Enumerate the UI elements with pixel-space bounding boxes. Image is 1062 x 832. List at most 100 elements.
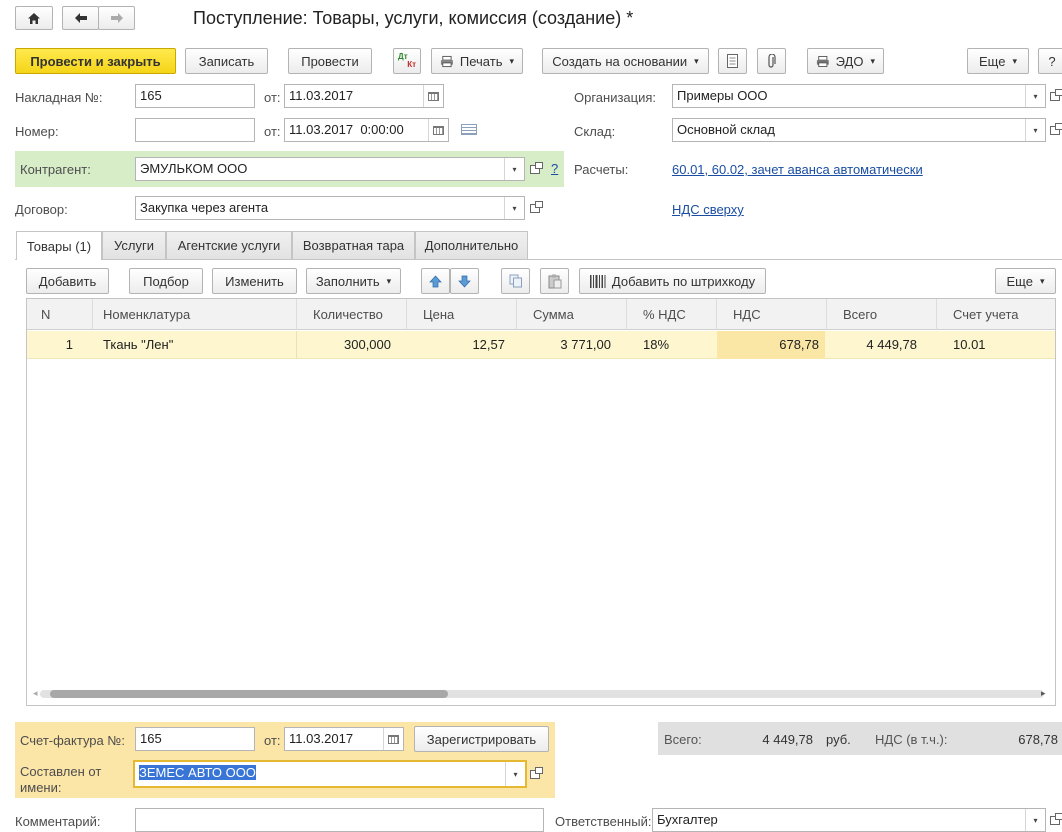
warehouse-dropdown-button[interactable]: ▾ [1025,119,1045,141]
calendar-button[interactable] [428,119,448,141]
column-header-account[interactable]: Счет учета [937,299,1047,330]
vat-on-top-link[interactable]: НДС сверху [672,202,744,217]
chevron-down-icon: ▾ [694,55,699,66]
dt-kt-button[interactable]: Дт Кт [393,48,421,74]
help-button[interactable]: ? [1038,48,1062,74]
counterparty-field[interactable]: ЭМУЛЬКОМ ООО ▾ [135,157,525,181]
chevron-down-icon: ▾ [1033,125,1038,135]
scrollbar-thumb[interactable] [50,690,448,698]
number-field[interactable] [135,118,255,142]
more-button[interactable]: Еще ▾ [967,48,1029,74]
table-more-button[interactable]: Еще ▾ [995,268,1056,294]
column-header-n[interactable]: N [27,299,93,330]
contract-open-button[interactable] [526,196,544,220]
post-and-close-button[interactable]: Провести и закрыть [15,48,176,74]
scroll-right-icon[interactable]: ▸ [1041,688,1046,699]
tabs-baseline [15,259,1062,260]
move-up-button[interactable] [421,268,450,294]
counterparty-dropdown-button[interactable]: ▾ [504,158,524,180]
select-button[interactable]: Подбор [129,268,203,294]
move-down-button[interactable] [450,268,479,294]
organization-dropdown-button[interactable]: ▾ [1025,85,1045,107]
settlements-link[interactable]: 60.01, 60.02, зачет аванса автоматически [672,162,923,177]
number-list-icon[interactable] [461,124,477,135]
comment-field[interactable] [135,808,544,832]
warehouse-field[interactable]: Основной склад ▾ [672,118,1046,142]
column-header-sum[interactable]: Сумма [517,299,627,330]
tax-invoice-date-field[interactable]: 11.03.2017 [284,727,404,751]
contract-field[interactable]: Закупка через агента ▾ [135,196,525,220]
table-row[interactable]: 1 Ткань "Лен" 300,000 12,57 3 771,00 18%… [27,331,1055,359]
total-value: 4 449,78 [762,732,813,747]
fill-button[interactable]: Заполнить ▾ [306,268,401,294]
organization-open-button[interactable] [1046,84,1062,108]
create-based-label: Создать на основании [552,53,688,69]
tab-additional[interactable]: Дополнительно [415,231,528,259]
column-header-vat[interactable]: НДС [717,299,827,330]
tax-invoice-number-field[interactable]: 165 [135,727,255,751]
open-icon [1050,88,1062,101]
issuer-field[interactable]: ЗЕМЕС АВТО ООО ▾ [133,760,527,788]
add-by-barcode-label: Добавить по штрихкоду [611,273,756,289]
add-by-barcode-button[interactable]: Добавить по штрихкоду [579,268,766,294]
edit-button[interactable]: Изменить [212,268,297,294]
dt-kt-icon: Дт Кт [398,53,416,69]
organization-field[interactable]: Примеры ООО ▾ [672,84,1046,108]
counterparty-open-button[interactable] [526,157,544,181]
register-button[interactable]: Зарегистрировать [414,726,549,752]
column-header-price[interactable]: Цена [407,299,517,330]
responsible-dropdown-button[interactable]: ▾ [1025,809,1045,831]
print-button[interactable]: Печать ▾ [431,48,523,74]
goods-table [26,298,1056,706]
contract-dropdown-button[interactable]: ▾ [504,197,524,219]
comment-label: Комментарий: [15,814,101,829]
vat-total-value: 678,78 [1018,732,1058,747]
tab-agent-services[interactable]: Агентские услуги [166,231,292,259]
column-header-vat-rate[interactable]: % НДС [627,299,717,330]
post-button[interactable]: Провести [288,48,372,74]
chevron-down-icon: ▾ [512,203,517,213]
paste-button[interactable] [540,268,569,294]
warehouse-open-button[interactable] [1046,118,1062,142]
tab-returnable-packaging[interactable]: Возвратная тара [292,231,415,259]
counterparty-help-link[interactable]: ? [551,161,558,176]
chevron-down-icon: ▾ [870,55,875,66]
invoice-number-field[interactable]: 165 [135,84,255,108]
chevron-down-icon: ▾ [1033,91,1038,101]
horizontal-scrollbar[interactable] [40,690,1044,698]
cell-vat-rate: 18% [643,337,670,352]
issuer-open-button[interactable] [526,762,544,786]
calendar-button[interactable] [423,85,443,107]
calendar-button[interactable] [383,728,403,750]
kt-label: Кт [407,60,416,69]
invoice-date-field[interactable]: 11.03.2017 [284,84,444,108]
create-based-on-button[interactable]: Создать на основании ▾ [542,48,709,74]
home-button[interactable] [15,6,53,30]
back-button[interactable] [62,6,99,30]
tab-services[interactable]: Услуги [102,231,166,259]
edo-button[interactable]: ЭДО ▾ [807,48,884,74]
column-header-quantity[interactable]: Количество [297,299,407,330]
issuer-dropdown-button[interactable]: ▾ [505,762,525,786]
number-date-value: 11.03.2017 0:00:00 [289,122,404,137]
column-header-total[interactable]: Всего [827,299,937,330]
responsible-field[interactable]: Бухгалтер ▾ [652,808,1046,832]
document-button[interactable] [718,48,747,74]
vat-total-label: НДС (в т.ч.): [875,732,948,747]
forward-button[interactable] [98,6,135,30]
save-button[interactable]: Записать [185,48,268,74]
barcode-icon [589,274,606,288]
copy-button[interactable] [501,268,530,294]
tab-goods[interactable]: Товары (1) [16,231,102,260]
back-arrow-icon [74,13,87,23]
open-icon [530,161,543,174]
responsible-open-button[interactable] [1046,808,1062,832]
tax-invoice-date-value: 11.03.2017 [289,731,354,746]
scroll-left-icon[interactable]: ◂ [33,688,38,699]
add-row-button[interactable]: Добавить [26,268,109,294]
invoice-number-label: Накладная №: [15,90,103,105]
attachments-button[interactable] [757,48,786,74]
number-date-field[interactable]: 11.03.2017 0:00:00 [284,118,449,142]
arrow-up-icon [429,274,442,287]
column-header-nomenclature[interactable]: Номенклатура [93,299,297,330]
